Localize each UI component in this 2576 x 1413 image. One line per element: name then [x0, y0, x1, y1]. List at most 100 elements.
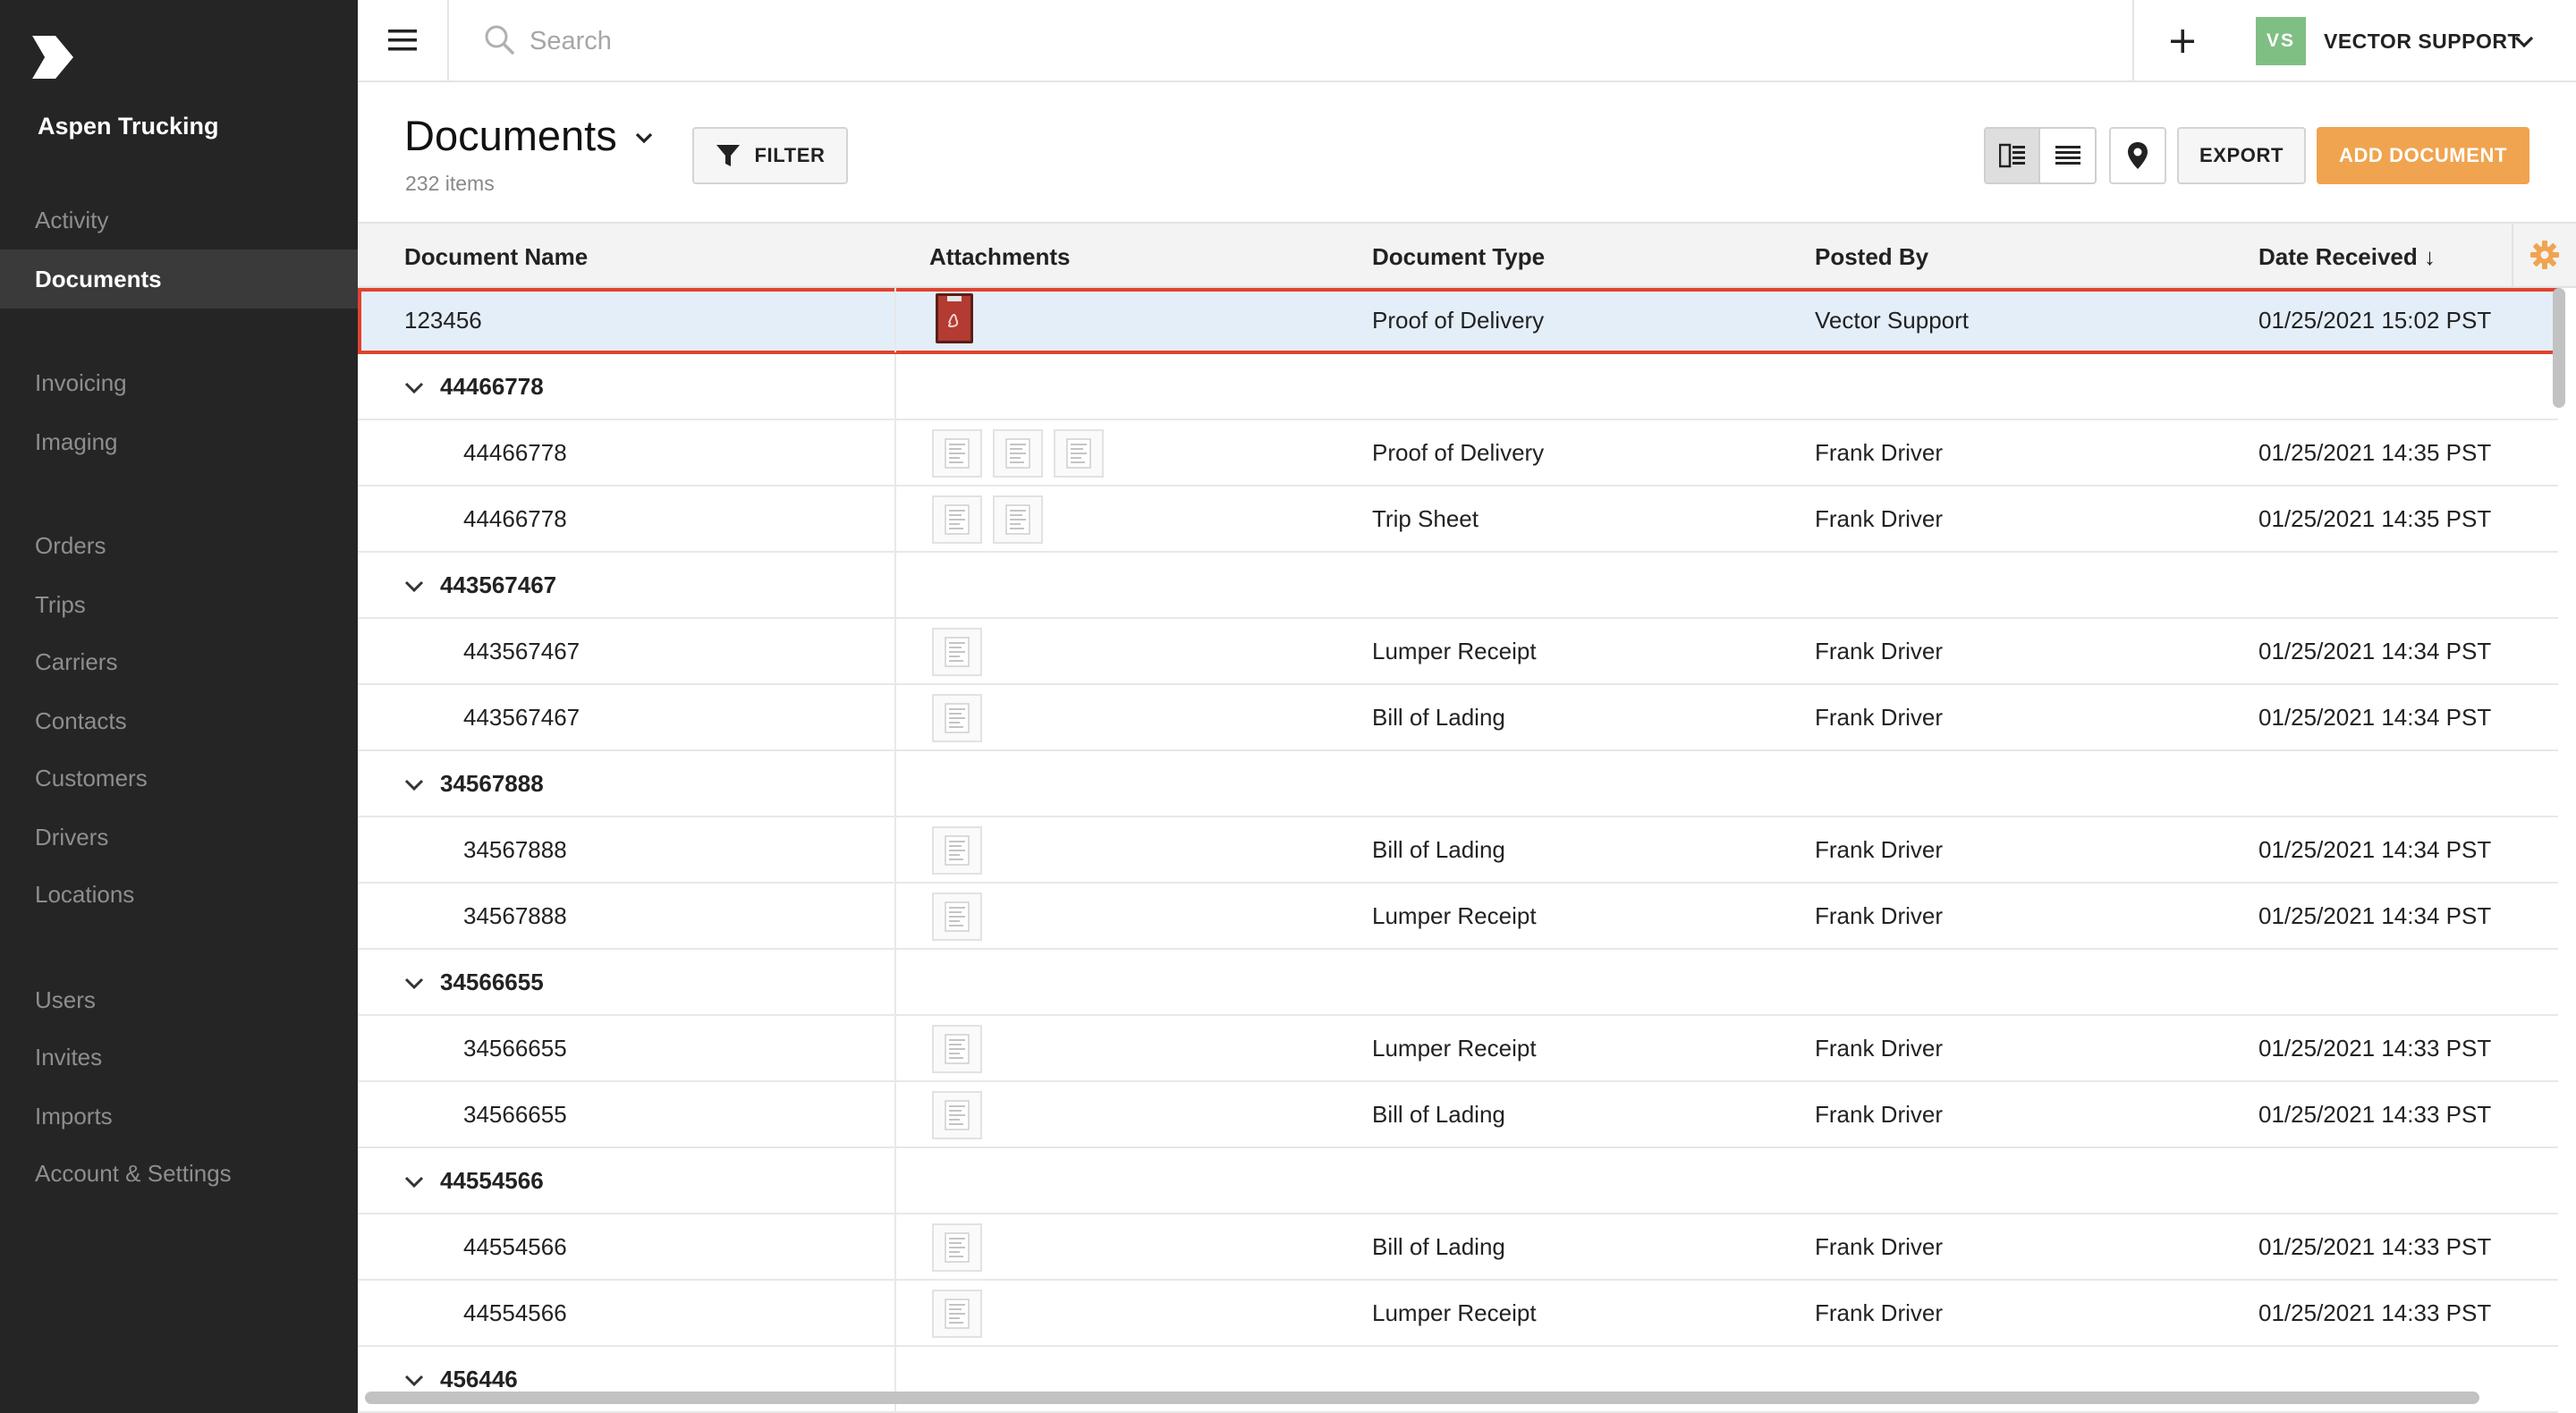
column-header-date-received[interactable]: Date Received ↓	[2258, 243, 2436, 271]
posted-by: Frank Driver	[1815, 704, 1944, 731]
document-name: 443567467	[463, 704, 580, 731]
document-page-icon	[1005, 438, 1030, 469]
vertical-scrollbar[interactable]	[2553, 288, 2565, 408]
document-type: Lumper Receipt	[1372, 902, 1537, 929]
horizontal-scrollbar[interactable]	[365, 1392, 2479, 1404]
chevron-down-icon[interactable]	[402, 773, 426, 796]
sidebar-item-drivers[interactable]: Drivers	[0, 808, 358, 867]
attachment-thumbnail[interactable]	[932, 495, 982, 544]
column-separator	[894, 288, 896, 352]
sidebar-item-activity[interactable]: Activity	[0, 190, 358, 250]
item-count: 232 items	[405, 172, 495, 195]
table-row[interactable]: 44466778 Proof of Delivery Frank Driver 01/…	[358, 420, 2558, 487]
attachment-thumbnail[interactable]	[932, 1290, 982, 1338]
table-row[interactable]: 44554566 Lumper Receipt Frank Driver 01/25/…	[358, 1281, 2558, 1347]
document-page-icon	[945, 1034, 970, 1064]
user-name[interactable]: VECTOR SUPPORT	[2324, 30, 2521, 54]
column-header-document-type[interactable]: Document Type	[1372, 243, 1545, 271]
posted-by: Frank Driver	[1815, 902, 1944, 929]
chevron-down-icon[interactable]	[402, 1170, 426, 1193]
sidebar-item-invoicing[interactable]: Invoicing	[0, 353, 358, 412]
group-name: 44466778	[440, 373, 544, 400]
document-type: Bill of Lading	[1372, 836, 1505, 863]
sidebar-item-locations[interactable]: Locations	[0, 865, 358, 924]
group-row[interactable]: 443567467	[358, 553, 2558, 619]
table-row[interactable]: 44466778 Trip Sheet Frank Driver 01/25/2021…	[358, 487, 2558, 553]
sidebar-item-users[interactable]: Users	[0, 970, 358, 1029]
chevron-down-icon[interactable]	[2513, 30, 2535, 52]
search-input[interactable]	[530, 18, 1558, 64]
split-view-button[interactable]	[1986, 129, 2041, 182]
table-row[interactable]: 34566655 Bill of Lading Frank Driver 01/25/…	[358, 1082, 2558, 1148]
posted-by: Frank Driver	[1815, 638, 1944, 664]
date-received: 01/25/2021 14:33 PST	[2258, 1299, 2492, 1326]
chevron-down-icon[interactable]	[402, 376, 426, 399]
document-type: Lumper Receipt	[1372, 638, 1537, 664]
sidebar-item-account-settings[interactable]: Account & Settings	[0, 1144, 358, 1203]
sidebar-item-orders[interactable]: Orders	[0, 516, 358, 575]
attachment-thumbnail[interactable]	[932, 429, 982, 478]
posted-by: Vector Support	[1815, 307, 1969, 334]
group-row[interactable]: 44466778	[358, 354, 2558, 420]
sidebar-item-trips[interactable]: Trips	[0, 575, 358, 634]
attachment-thumbnail[interactable]	[932, 694, 982, 742]
column-header-document-name[interactable]: Document Name	[404, 243, 588, 271]
table-row[interactable]: 34566655 Lumper Receipt Frank Driver 01/25/…	[358, 1016, 2558, 1082]
attachment-thumbnail[interactable]	[932, 1091, 982, 1139]
sidebar-item-carriers[interactable]: Carriers	[0, 632, 358, 691]
attachment-thumbnail[interactable]	[993, 495, 1043, 544]
sidebar-item-imports[interactable]: Imports	[0, 1087, 358, 1146]
chevron-down-icon[interactable]	[633, 127, 655, 148]
sidebar-item-invites[interactable]: Invites	[0, 1028, 358, 1087]
org-name: Aspen Trucking	[38, 113, 219, 140]
attachment-thumbnail[interactable]	[932, 628, 982, 676]
date-received: 01/25/2021 15:02 PST	[2258, 307, 2492, 334]
column-separator	[894, 950, 896, 1014]
column-separator	[894, 487, 896, 551]
group-row[interactable]: 34566655	[358, 950, 2558, 1016]
add-document-button[interactable]: ADD DOCUMENT	[2317, 127, 2529, 184]
document-type: Trip Sheet	[1372, 505, 1479, 532]
table-row[interactable]: 34567888 Bill of Lading Frank Driver 01/25/…	[358, 817, 2558, 884]
document-name: 44554566	[463, 1299, 567, 1326]
pdf-attachment-icon[interactable]	[936, 293, 973, 343]
user-avatar[interactable]: VS	[2256, 17, 2306, 65]
group-row[interactable]: 34567888	[358, 751, 2558, 817]
menu-button[interactable]	[358, 0, 449, 80]
document-name: 44466778	[463, 439, 567, 466]
table-row[interactable]: 443567467 Lumper Receipt Frank Driver 01/25…	[358, 619, 2558, 685]
group-row[interactable]: 44554566	[358, 1148, 2558, 1214]
sidebar-item-imaging[interactable]: Imaging	[0, 412, 358, 471]
attachment-thumbnail[interactable]	[1054, 429, 1104, 478]
column-settings-button[interactable]	[2512, 224, 2576, 286]
attachment-thumbnail[interactable]	[932, 893, 982, 941]
page-title[interactable]: Documents	[404, 111, 617, 160]
column-header-attachments[interactable]: Attachments	[929, 243, 1070, 271]
attachment-thumbnail[interactable]	[932, 826, 982, 875]
attachment-thumbnail[interactable]	[993, 429, 1043, 478]
export-button[interactable]: EXPORT	[2177, 127, 2306, 184]
table-row[interactable]: 34567888 Lumper Receipt Frank Driver 01/25/…	[358, 884, 2558, 950]
date-received: 01/25/2021 14:33 PST	[2258, 1035, 2492, 1062]
sidebar-item-contacts[interactable]: Contacts	[0, 691, 358, 750]
attachment-thumbnail[interactable]	[932, 1223, 982, 1272]
document-type: Lumper Receipt	[1372, 1299, 1537, 1326]
chevron-down-icon[interactable]	[402, 1368, 426, 1392]
quick-add-button[interactable]	[2161, 20, 2204, 63]
chevron-down-icon[interactable]	[402, 574, 426, 597]
sidebar-item-customers[interactable]: Customers	[0, 749, 358, 808]
sidebar-item-documents[interactable]: Documents	[0, 250, 358, 309]
attachment-thumbnail[interactable]	[932, 1025, 982, 1073]
table-row[interactable]: 123456 Proof of Delivery Vector Support 01/…	[358, 288, 2558, 354]
map-view-button[interactable]	[2109, 127, 2166, 184]
column-header-posted-by[interactable]: Posted By	[1815, 243, 1928, 271]
table-row[interactable]: 443567467 Bill of Lading Frank Driver 01/25…	[358, 685, 2558, 751]
document-name: 34567888	[463, 836, 567, 863]
app-logo-icon[interactable]	[32, 36, 73, 79]
column-separator	[894, 751, 896, 816]
chevron-down-icon[interactable]	[402, 971, 426, 994]
column-separator	[894, 1214, 896, 1279]
list-view-button[interactable]	[2040, 129, 2095, 182]
filter-button[interactable]: FILTER	[692, 127, 848, 184]
table-row[interactable]: 44554566 Bill of Lading Frank Driver 01/25/…	[358, 1214, 2558, 1281]
